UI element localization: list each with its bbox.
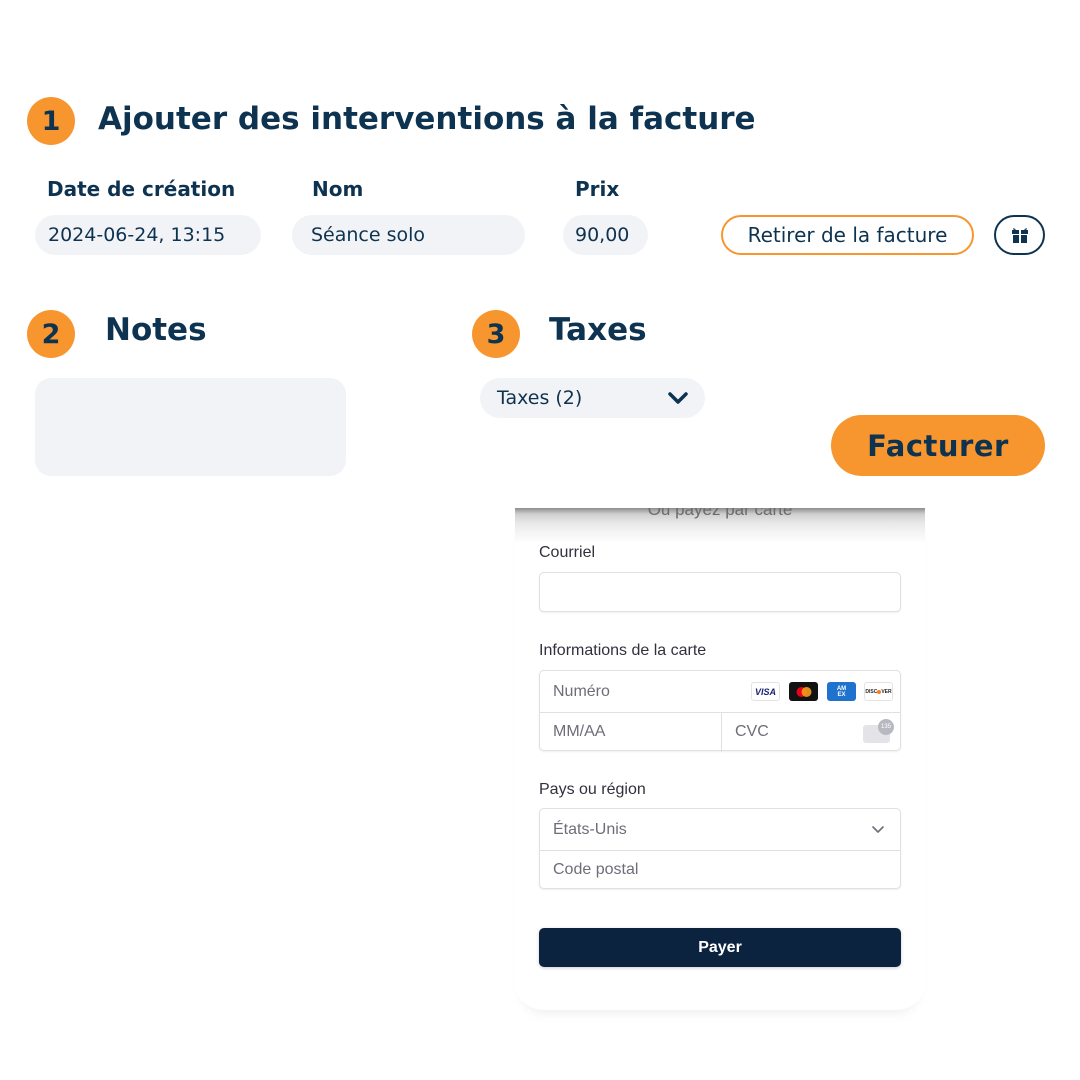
amex-icon: AM EX [827, 682, 856, 701]
card-info-label: Informations de la carte [539, 642, 707, 659]
gift-button[interactable] [994, 215, 1045, 255]
mastercard-icon [789, 682, 818, 701]
taxes-dropdown-label: Taxes (2) [497, 387, 583, 409]
visa-icon: VISA [751, 682, 780, 701]
date-value: 2024-06-24, 13:15 [48, 224, 226, 246]
name-value: Séance solo [311, 224, 426, 246]
cvc-placeholder: CVC [735, 723, 769, 740]
cvc-card-icon: 135 [863, 719, 894, 745]
remove-from-invoice-button[interactable]: Retirer de la facture [721, 215, 974, 255]
gift-icon [1011, 228, 1028, 243]
price-field[interactable]: 90,00 [563, 215, 648, 255]
postal-code-input[interactable]: Code postal [540, 850, 900, 890]
email-input[interactable] [539, 572, 901, 612]
step-1-badge: 1 [27, 97, 75, 145]
country-value: États-Unis [553, 820, 627, 838]
postal-code-placeholder: Code postal [553, 861, 639, 878]
expiry-placeholder: MM/AA [553, 723, 606, 740]
notes-textarea[interactable] [35, 378, 346, 476]
pay-button[interactable]: Payer [539, 928, 901, 967]
column-header-name: Nom [312, 177, 364, 201]
card-info-group: Numéro VISA AM EX DISC VER MM/AA CVC 135 [539, 670, 901, 752]
step-3-badge: 3 [472, 310, 520, 358]
card-payment-panel: Ou payez par carte Courriel Informations… [515, 508, 925, 1010]
step-2-badge: 2 [27, 310, 75, 358]
taxes-dropdown[interactable]: Taxes (2) [480, 378, 705, 418]
invoice-button[interactable]: Facturer [831, 415, 1045, 476]
country-select[interactable]: États-Unis [540, 809, 900, 850]
column-header-price: Prix [575, 177, 620, 201]
chevron-down-icon [872, 825, 884, 833]
card-number-placeholder: Numéro [553, 682, 610, 700]
price-value: 90,00 [575, 224, 630, 246]
address-group: États-Unis Code postal [539, 808, 901, 889]
date-field[interactable]: 2024-06-24, 13:15 [35, 215, 261, 255]
email-label: Courriel [539, 544, 596, 561]
expiry-input[interactable]: MM/AA [540, 712, 721, 752]
country-label: Pays ou région [539, 781, 646, 798]
name-field[interactable]: Séance solo [292, 215, 525, 255]
pay-by-card-text: Ou payez par carte [647, 508, 793, 519]
section-2-title: Notes [105, 312, 207, 348]
chevron-down-icon [668, 392, 688, 404]
discover-icon: DISC VER [864, 682, 893, 701]
section-1-title: Ajouter des interventions à la facture [98, 101, 756, 137]
section-3-title: Taxes [549, 312, 647, 348]
column-header-date: Date de création [47, 177, 236, 201]
